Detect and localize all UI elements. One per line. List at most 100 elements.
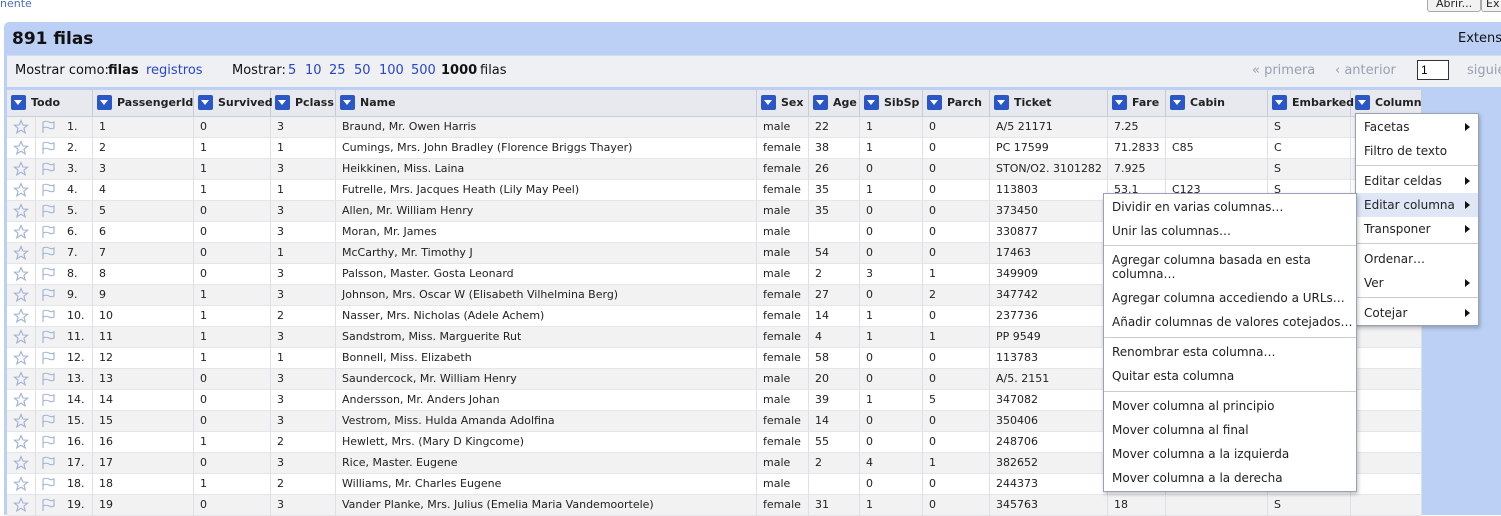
cell-sex[interactable]: female [757,159,809,180]
cell-sibsp[interactable]: 3 [860,264,923,285]
cell-ticket[interactable]: PC 17599 [990,138,1108,159]
cell-passengerid[interactable]: 4 [93,180,194,201]
flag-icon[interactable] [40,497,56,513]
star-icon[interactable] [12,203,30,219]
cell-pclass[interactable]: 1 [271,180,336,201]
cell-age[interactable]: 2 [809,264,860,285]
cell-sibsp[interactable]: 0 [860,285,923,306]
cell-passengerid[interactable]: 16 [93,432,194,453]
flag-icon[interactable] [40,476,56,492]
mode-records[interactable]: registros [146,56,203,85]
previous-page-link[interactable]: ‹ anterior [1335,56,1396,85]
cell-pclass[interactable]: 3 [271,264,336,285]
menu-transpose[interactable]: Transponer [1356,217,1478,241]
top-left-link[interactable]: nente [0,0,32,10]
cell-survived[interactable]: 0 [194,453,271,474]
cell-ticket[interactable]: 345763 [990,495,1108,516]
cell-sex[interactable]: female [757,285,809,306]
cell-sex[interactable]: male [757,474,809,495]
star-icon[interactable] [12,329,30,345]
cell-name[interactable]: Vander Planke, Mrs. Julius (Emelia Maria… [336,495,757,516]
cell-age[interactable]: 58 [809,348,860,369]
cell-parch[interactable]: 1 [923,327,990,348]
page-size-1000[interactable]: 1000 [441,56,477,85]
page-size-5[interactable]: 5 [288,56,296,85]
cell-parch[interactable]: 2 [923,285,990,306]
cell-name[interactable]: Vestrom, Miss. Hulda Amanda Adolfina [336,411,757,432]
cell-parch[interactable]: 0 [923,306,990,327]
cell-parch[interactable]: 0 [923,495,990,516]
page-size-50[interactable]: 50 [354,56,371,85]
star-icon[interactable] [12,224,30,240]
cell-survived[interactable]: 0 [194,369,271,390]
star-icon[interactable] [12,434,30,450]
cell-ticket[interactable]: 17463 [990,243,1108,264]
cell-column[interactable] [1351,453,1422,474]
page-size-10[interactable]: 10 [305,56,322,85]
cell-fare[interactable]: 18 [1108,495,1166,516]
cell-passengerid[interactable]: 2 [93,138,194,159]
flag-icon[interactable] [40,350,56,366]
cell-ticket[interactable]: 382652 [990,453,1108,474]
cell-sibsp[interactable]: 0 [860,201,923,222]
cell-pclass[interactable]: 2 [271,474,336,495]
cell-survived[interactable]: 1 [194,180,271,201]
cell-sex[interactable]: female [757,432,809,453]
cell-sex[interactable]: male [757,453,809,474]
cell-pclass[interactable]: 3 [271,327,336,348]
cell-passengerid[interactable]: 3 [93,159,194,180]
cell-parch[interactable]: 1 [923,453,990,474]
cell-cabin[interactable] [1166,159,1268,180]
cell-name[interactable]: Bonnell, Miss. Elizabeth [336,348,757,369]
cell-parch[interactable]: 0 [923,222,990,243]
cell-age[interactable]: 38 [809,138,860,159]
cell-age[interactable]: 26 [809,159,860,180]
cell-fare[interactable]: 7.925 [1108,159,1166,180]
cell-pclass[interactable]: 3 [271,390,336,411]
cell-sibsp[interactable]: 0 [860,159,923,180]
cell-name[interactable]: Heikkinen, Miss. Laina [336,159,757,180]
star-icon[interactable] [12,371,30,387]
flag-icon[interactable] [40,455,56,471]
flag-icon[interactable] [40,161,56,177]
flag-icon[interactable] [40,434,56,450]
menu-text-filter[interactable]: Filtro de texto [1356,139,1478,163]
cell-pclass[interactable]: 2 [271,432,336,453]
menu-sort[interactable]: Ordenar… [1356,247,1478,271]
cell-sibsp[interactable]: 0 [860,474,923,495]
move-column-left-item[interactable]: Mover columna a la izquierda [1104,442,1356,466]
cell-pclass[interactable]: 1 [271,348,336,369]
cell-cabin[interactable]: C85 [1166,138,1268,159]
star-icon[interactable] [12,497,30,513]
cell-pclass[interactable]: 1 [271,138,336,159]
cell-pclass[interactable]: 3 [271,159,336,180]
move-column-right-item[interactable]: Mover columna a la derecha [1104,466,1356,490]
join-columns-item[interactable]: Unir las columnas… [1104,219,1356,243]
cell-parch[interactable]: 0 [923,348,990,369]
column-dropdown-icon[interactable] [340,95,355,110]
cell-parch[interactable]: 0 [923,369,990,390]
cell-name[interactable]: Sandstrom, Miss. Marguerite Rut [336,327,757,348]
cell-column[interactable] [1351,411,1422,432]
first-page-link[interactable]: « primera [1252,56,1315,85]
cell-ticket[interactable]: 248706 [990,432,1108,453]
flag-icon[interactable] [40,119,56,135]
column-dropdown-icon[interactable] [1170,95,1185,110]
cell-survived[interactable]: 0 [194,243,271,264]
cell-age[interactable]: 20 [809,369,860,390]
cell-survived[interactable]: 1 [194,138,271,159]
cell-sex[interactable]: male [757,264,809,285]
cell-sibsp[interactable]: 0 [860,369,923,390]
cell-name[interactable]: McCarthy, Mr. Timothy J [336,243,757,264]
cell-sibsp[interactable]: 1 [860,138,923,159]
cell-passengerid[interactable]: 18 [93,474,194,495]
cell-parch[interactable]: 1 [923,264,990,285]
cell-name[interactable]: Allen, Mr. William Henry [336,201,757,222]
cell-sibsp[interactable]: 1 [860,495,923,516]
cell-cabin[interactable] [1166,117,1268,138]
mode-rows[interactable]: filas [108,56,139,85]
cell-parch[interactable]: 0 [923,432,990,453]
star-icon[interactable] [12,350,30,366]
cell-sibsp[interactable]: 0 [860,348,923,369]
cell-embarked[interactable]: S [1268,495,1351,516]
